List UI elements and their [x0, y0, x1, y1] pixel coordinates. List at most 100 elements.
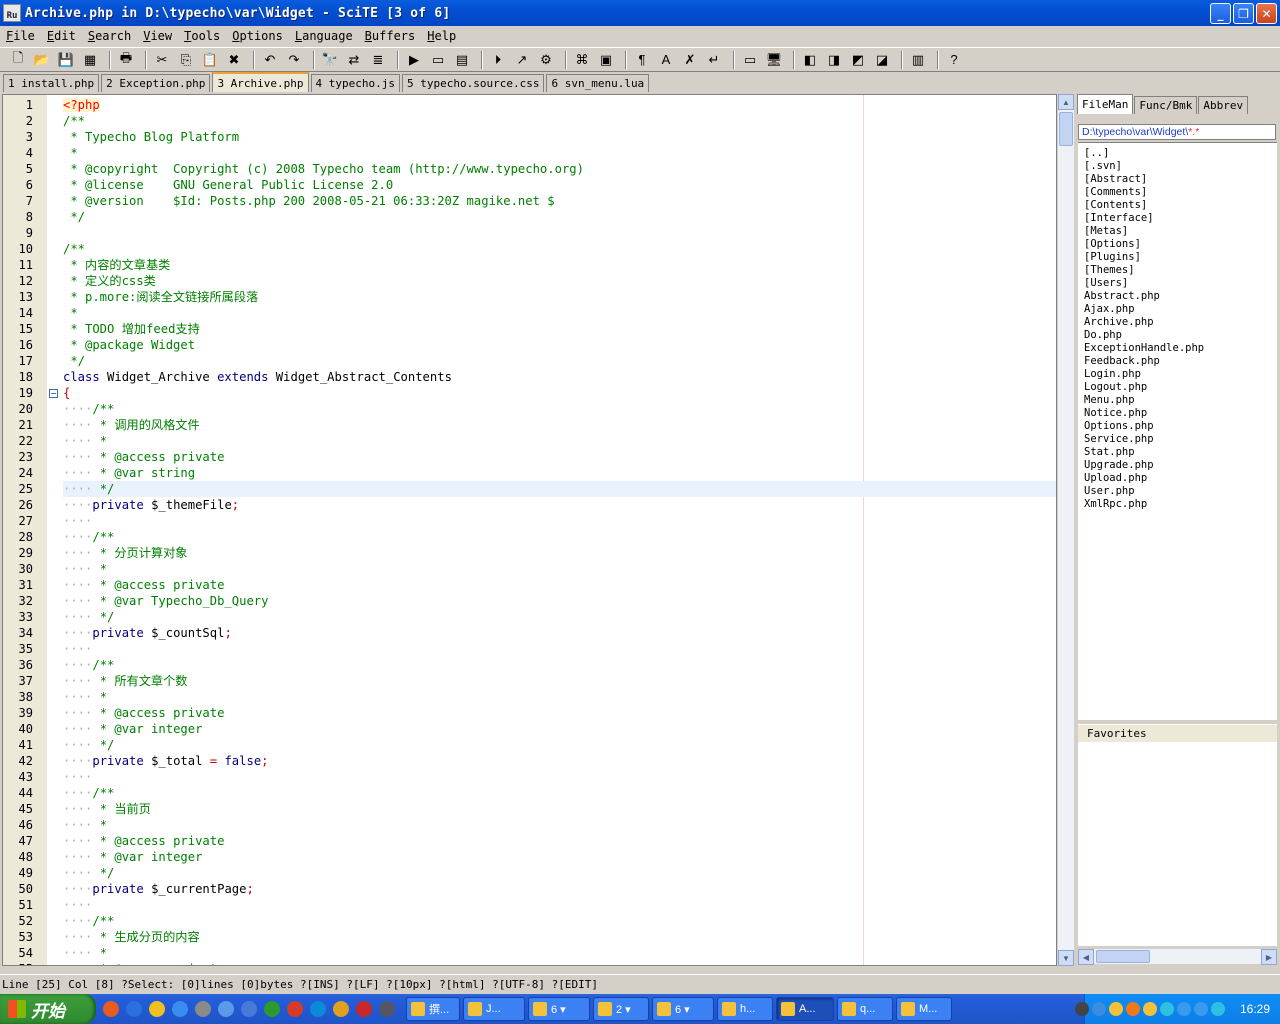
redo-icon[interactable]: ↷ — [284, 50, 304, 70]
file-item[interactable]: ExceptionHandle.php — [1084, 342, 1204, 355]
save-all-icon[interactable]: ▦ — [80, 50, 100, 70]
scroll-left-button[interactable]: ◀ — [1078, 949, 1094, 965]
code-line[interactable]: 9 — [3, 225, 1056, 241]
quick-launch-icon[interactable] — [149, 1001, 165, 1017]
maximize-button[interactable]: ❐ — [1233, 3, 1254, 24]
folder-item[interactable]: [Abstract] — [1084, 173, 1147, 186]
code-line[interactable]: 52 ····/** — [3, 913, 1056, 929]
compile-icon[interactable]: ▭ — [428, 50, 448, 70]
sidebar-tab-fileman[interactable]: FileMan — [1077, 94, 1134, 114]
close-x-icon[interactable]: ✗ — [680, 50, 700, 70]
code-line[interactable]: 5 * @copyright Copyright (c) 2008 Typech… — [3, 161, 1056, 177]
code-line[interactable]: 35 ···· — [3, 641, 1056, 657]
folder-item[interactable]: [Comments] — [1084, 186, 1147, 199]
monitor-icon[interactable]: 🖥 — [764, 50, 784, 70]
fileman-path-field[interactable]: D:\typecho\var\Widget\*.* — [1078, 124, 1276, 140]
file-item[interactable]: Stat.php — [1084, 446, 1135, 459]
file-item[interactable]: Menu.php — [1084, 394, 1135, 407]
code-line[interactable]: 3 * Typecho Blog Platform — [3, 129, 1056, 145]
code-line[interactable]: 47 ···· * @access private — [3, 833, 1056, 849]
code-line[interactable]: 38 ···· * — [3, 689, 1056, 705]
scroll-up-button[interactable]: ▲ — [1058, 94, 1074, 110]
code-line[interactable]: 50 ····private $_currentPage; — [3, 881, 1056, 897]
file-item[interactable]: Notice.php — [1084, 407, 1147, 420]
code-line[interactable]: 17 */ — [3, 353, 1056, 369]
quick-launch-icon[interactable] — [195, 1001, 211, 1017]
taskbar-button[interactable]: h... — [717, 997, 773, 1021]
help-icon[interactable]: ? — [944, 50, 964, 70]
folder-item[interactable]: [Interface] — [1084, 212, 1154, 225]
quick-launch-icon[interactable] — [310, 1001, 326, 1017]
code-line[interactable]: 1 <?php — [3, 97, 1056, 113]
tray-icon[interactable] — [1091, 1002, 1106, 1016]
tray-icon[interactable] — [1074, 1002, 1089, 1016]
minimize-button[interactable]: _ — [1210, 3, 1231, 24]
menu-language[interactable]: Language — [289, 29, 359, 43]
file-list[interactable]: [..] [.svn] [Abstract] [Comments] [Contents]… — [1078, 142, 1277, 720]
file-item[interactable]: Ajax.php — [1084, 303, 1135, 316]
tray-icon[interactable] — [1125, 1002, 1140, 1016]
code-line[interactable]: 4 * — [3, 145, 1056, 161]
file-item[interactable]: Abstract.php — [1084, 290, 1160, 303]
quick-launch-icon[interactable] — [264, 1001, 280, 1017]
run-icon[interactable]: ⏵ — [488, 50, 508, 70]
find-replace-icon[interactable]: ⇄ — [344, 50, 364, 70]
code-line[interactable]: 8 */ — [3, 209, 1056, 225]
sidebar-icon[interactable]: ▥ — [908, 50, 928, 70]
menu-tools[interactable]: Tools — [178, 29, 226, 43]
folder-item[interactable]: [Contents] — [1084, 199, 1147, 212]
code-line[interactable]: 36 ····/** — [3, 657, 1056, 673]
tray-icon[interactable] — [1142, 1002, 1157, 1016]
code-line[interactable]: 30 ···· * — [3, 561, 1056, 577]
code-line[interactable]: 49 ···· */ — [3, 865, 1056, 881]
tab-install-php[interactable]: 1 install.php — [3, 74, 100, 92]
menu-file[interactable]: File — [0, 29, 41, 43]
code-line[interactable]: 28 ····/** — [3, 529, 1056, 545]
code-line[interactable]: 40 ···· * @var integer — [3, 721, 1056, 737]
sidebar-horizontal-scrollbar[interactable]: ◀ ▶ — [1078, 948, 1277, 965]
code-line[interactable]: 11 * 内容的文章基类 — [3, 257, 1056, 273]
undo-icon[interactable]: ↶ — [260, 50, 280, 70]
code-line[interactable]: 51 ···· — [3, 897, 1056, 913]
code-line[interactable]: 21 ···· * 调用的风格文件 — [3, 417, 1056, 433]
code-line[interactable]: 55 ···· * @access private — [3, 961, 1056, 965]
taskbar-button[interactable]: A... — [776, 997, 834, 1021]
taskbar-button[interactable]: q... — [837, 997, 893, 1021]
code-line[interactable]: 54 ···· * — [3, 945, 1056, 961]
file-item[interactable]: Do.php — [1084, 329, 1122, 342]
code-line[interactable]: 13 * p.more:阅读全文链接所属段落 — [3, 289, 1056, 305]
quick-launch-icon[interactable] — [241, 1001, 257, 1017]
code-line[interactable]: 44 ····/** — [3, 785, 1056, 801]
file-item[interactable]: XmlRpc.php — [1084, 498, 1147, 511]
code-line[interactable]: 39 ···· * @access private — [3, 705, 1056, 721]
taskbar-button[interactable]: 6 ▾ — [528, 997, 590, 1021]
favorites-list[interactable] — [1078, 742, 1277, 946]
file-item[interactable]: Upload.php — [1084, 472, 1147, 485]
build-icon[interactable]: ▤ — [452, 50, 472, 70]
code-line[interactable]: 7 * @version $Id: Posts.php 200 2008-05-… — [3, 193, 1056, 209]
code-editor[interactable]: 1 <?php 2/** 3 * Typecho Blog Platform 4 * 5 … — [2, 94, 1057, 966]
quick-launch-icon[interactable] — [379, 1001, 395, 1017]
folder-item[interactable]: [Users] — [1084, 277, 1128, 290]
quick-launch-icon[interactable] — [218, 1001, 234, 1017]
code-line[interactable]: 26 ····private $_themeFile; — [3, 497, 1056, 513]
tray-icon[interactable] — [1108, 1002, 1123, 1016]
quick-launch-icon[interactable] — [356, 1001, 372, 1017]
tab-archive-php[interactable]: 3 Archive.php — [212, 72, 309, 92]
quick-launch-icon[interactable] — [103, 1001, 119, 1017]
quick-launch-icon[interactable] — [287, 1001, 303, 1017]
code-line[interactable]: 32 ···· * @var Typecho_Db_Query — [3, 593, 1056, 609]
editor-vertical-scrollbar[interactable]: ▲ ▼ — [1057, 94, 1074, 966]
quick-launch-icon[interactable] — [126, 1001, 142, 1017]
folder-item[interactable]: [Options] — [1084, 238, 1141, 251]
new-file-icon[interactable]: 🗋 — [8, 50, 28, 70]
open-file-icon[interactable]: 📂 — [32, 50, 52, 70]
tool4-icon[interactable]: ◪ — [872, 50, 892, 70]
code-line[interactable]: 42 ····private $_total = false; — [3, 753, 1056, 769]
clock[interactable]: 16:29 — [1240, 1002, 1270, 1016]
console-icon[interactable]: ▣ — [596, 50, 616, 70]
paste-icon[interactable]: 📋 — [200, 50, 220, 70]
scroll-thumb[interactable] — [1059, 112, 1073, 146]
command-icon[interactable]: ⌘ — [572, 50, 592, 70]
code-line[interactable]: 33 ···· */ — [3, 609, 1056, 625]
